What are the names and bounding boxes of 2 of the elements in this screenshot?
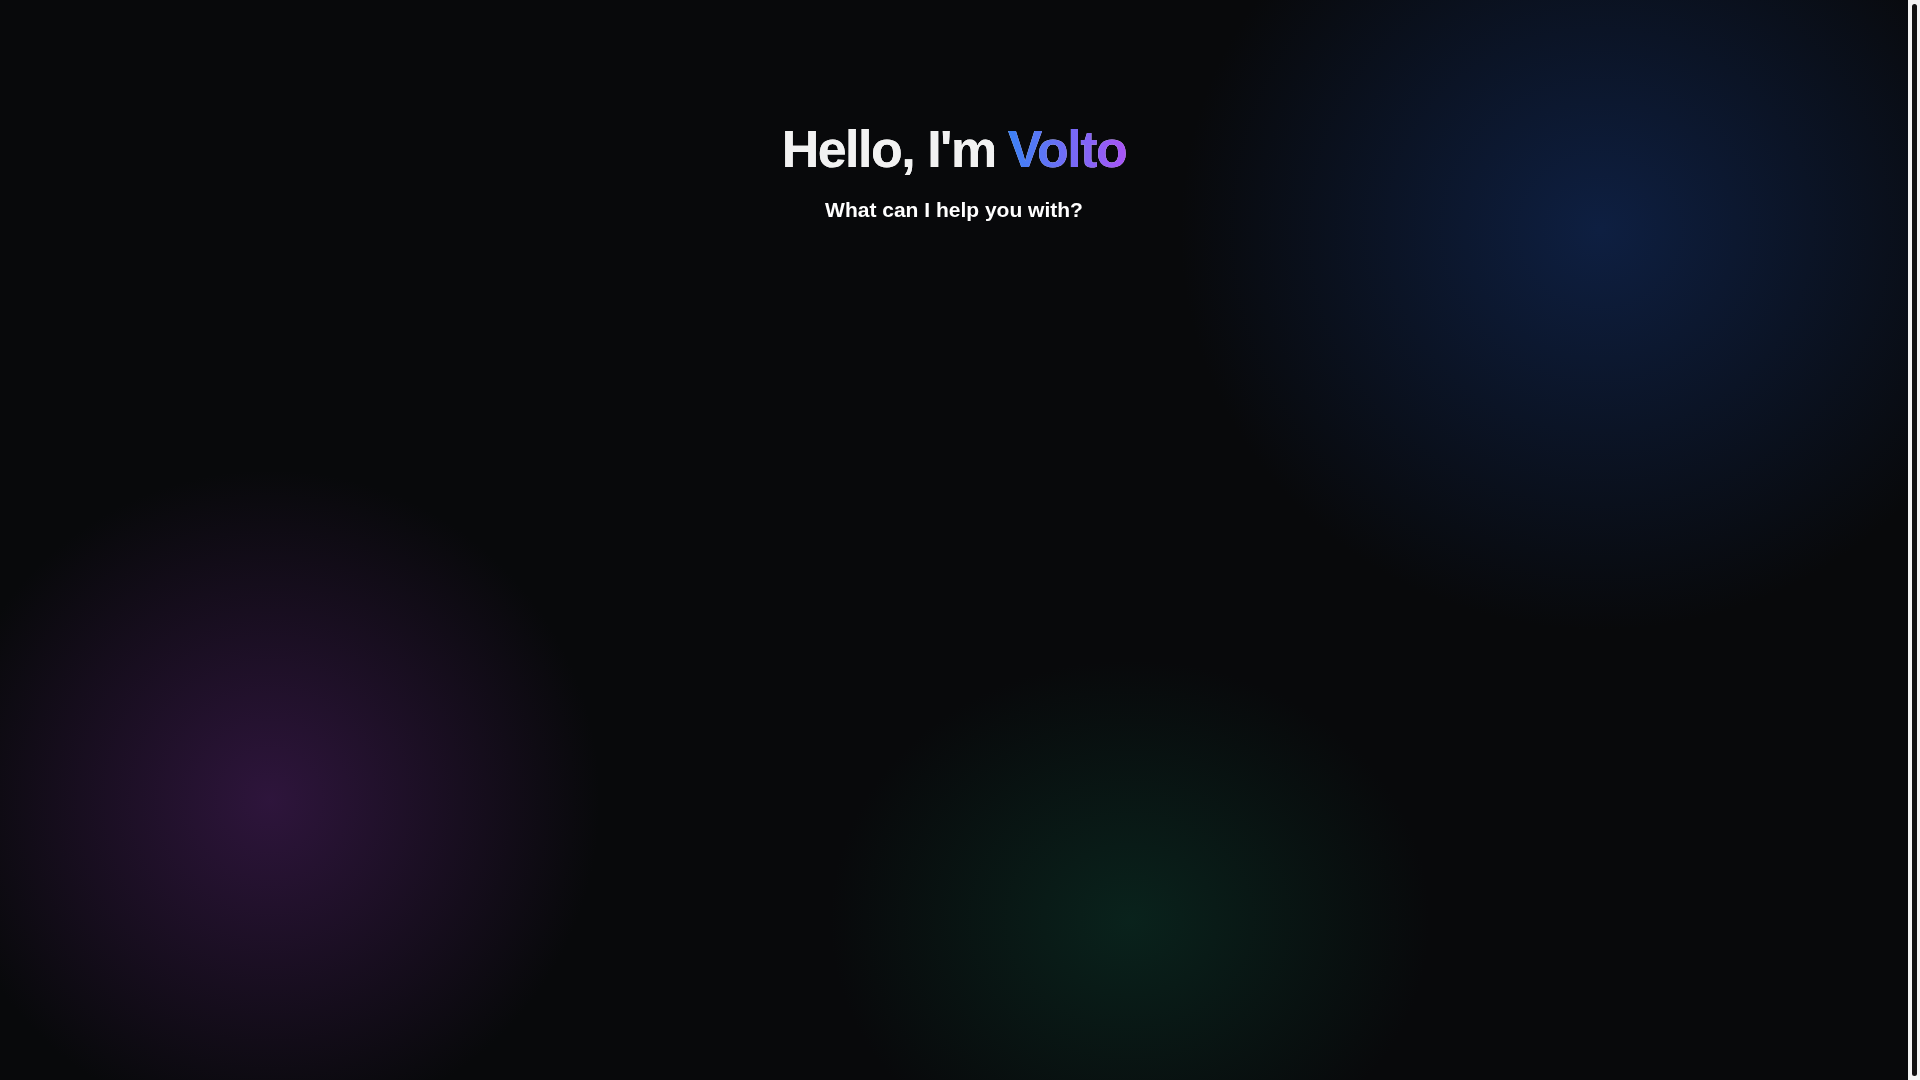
scrollbar[interactable] xyxy=(1908,0,1920,1080)
subtitle: What can I help you with? xyxy=(825,197,1083,224)
